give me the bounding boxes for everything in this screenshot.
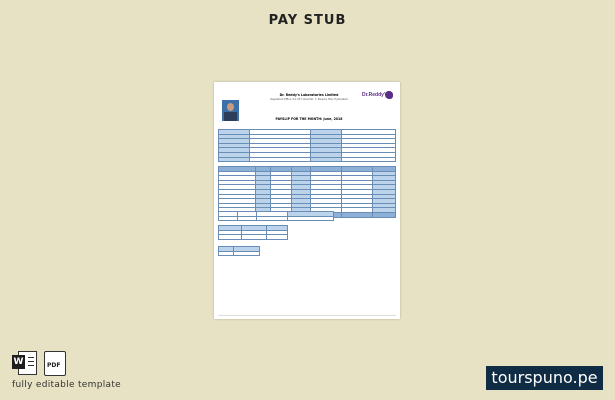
employee-info-table: [218, 129, 396, 163]
employee-photo: [222, 100, 239, 121]
net-pay-table: [218, 211, 334, 222]
payslip-heading: PAYSLIP FOR THE MONTH: June, 2018: [275, 117, 343, 121]
page-title: PAY STUB: [268, 13, 347, 28]
logo-mark-icon: [385, 91, 393, 99]
word-document-icon: W: [12, 351, 37, 375]
company-address: Registered Office: 8-2-337, Road No. 3, …: [270, 98, 348, 101]
tax-summary-table: [218, 246, 260, 257]
brand-badge[interactable]: tourspuno.pe: [486, 366, 603, 390]
payslip-preview: Dr. Reddy's Laboratories Limited Registe…: [214, 82, 400, 319]
company-name: Dr. Reddy's Laboratories Limited: [279, 93, 339, 97]
footer-rule: [218, 315, 396, 316]
template-caption: fully editable template: [12, 380, 121, 390]
leave-summary-table: [218, 225, 288, 240]
pdf-document-icon: PDF: [44, 351, 66, 376]
earnings-deductions-table: [218, 166, 396, 218]
